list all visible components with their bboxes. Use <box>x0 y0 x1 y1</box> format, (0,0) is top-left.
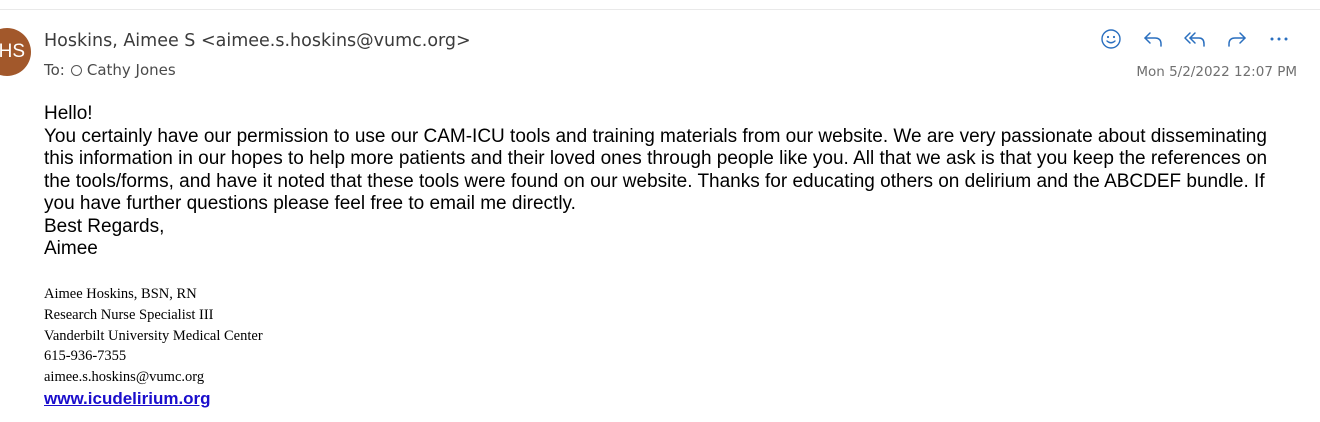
recipient-name: Cathy Jones <box>86 61 176 79</box>
greeting: Hello! <box>44 103 93 124</box>
forward-icon <box>1228 32 1246 47</box>
sender-first-name: Aimee <box>44 238 98 259</box>
email-signature: Aimee Hoskins, BSN, RN Research Nurse Sp… <box>44 284 263 411</box>
received-timestamp: Mon 5/2/2022 12:07 PM <box>1136 64 1297 80</box>
signature-title: Research Nurse Specialist III <box>44 306 214 323</box>
recipient-chip[interactable]: Cathy Jones <box>70 61 176 79</box>
closing: Best Regards, <box>44 215 165 237</box>
emoji-button[interactable] <box>1096 26 1126 52</box>
sender-name[interactable]: Hoskins, Aimee S <aimee.s.hoskins@vumc.o… <box>44 31 471 51</box>
more-button[interactable] <box>1264 26 1294 52</box>
more-icon <box>1270 37 1288 41</box>
website-link[interactable]: www.icudelirium.org <box>44 389 211 410</box>
message-body: Hello! You certainly have our permission… <box>44 103 1284 261</box>
signature-name: Aimee Hoskins, BSN, RN <box>44 286 197 302</box>
recipient-line: To: Cathy Jones <box>44 61 176 79</box>
presence-icon <box>70 64 82 76</box>
message-actions <box>1084 26 1294 52</box>
signature-phone: 615-936-7355 <box>44 348 127 365</box>
signature-email: aimee.s.hoskins@vumc.org <box>44 369 205 386</box>
forward-button[interactable] <box>1222 26 1252 52</box>
avatar[interactable]: HS <box>0 28 31 76</box>
to-label: To: <box>44 61 65 79</box>
reply-button[interactable] <box>1138 26 1168 52</box>
email-reading-pane: HS Hoskins, Aimee S <aimee.s.hoskins@vum… <box>0 0 1320 422</box>
reply-all-icon <box>1184 32 1205 47</box>
reply-icon <box>1144 32 1162 47</box>
body-paragraph: You certainly have our permission to use… <box>44 125 1268 215</box>
reply-all-button[interactable] <box>1180 26 1210 52</box>
emoji-icon <box>1101 29 1121 49</box>
signature-organization: Vanderbilt University Medical Center <box>44 327 263 344</box>
avatar-initials: HS <box>0 41 25 62</box>
divider <box>0 9 1320 10</box>
